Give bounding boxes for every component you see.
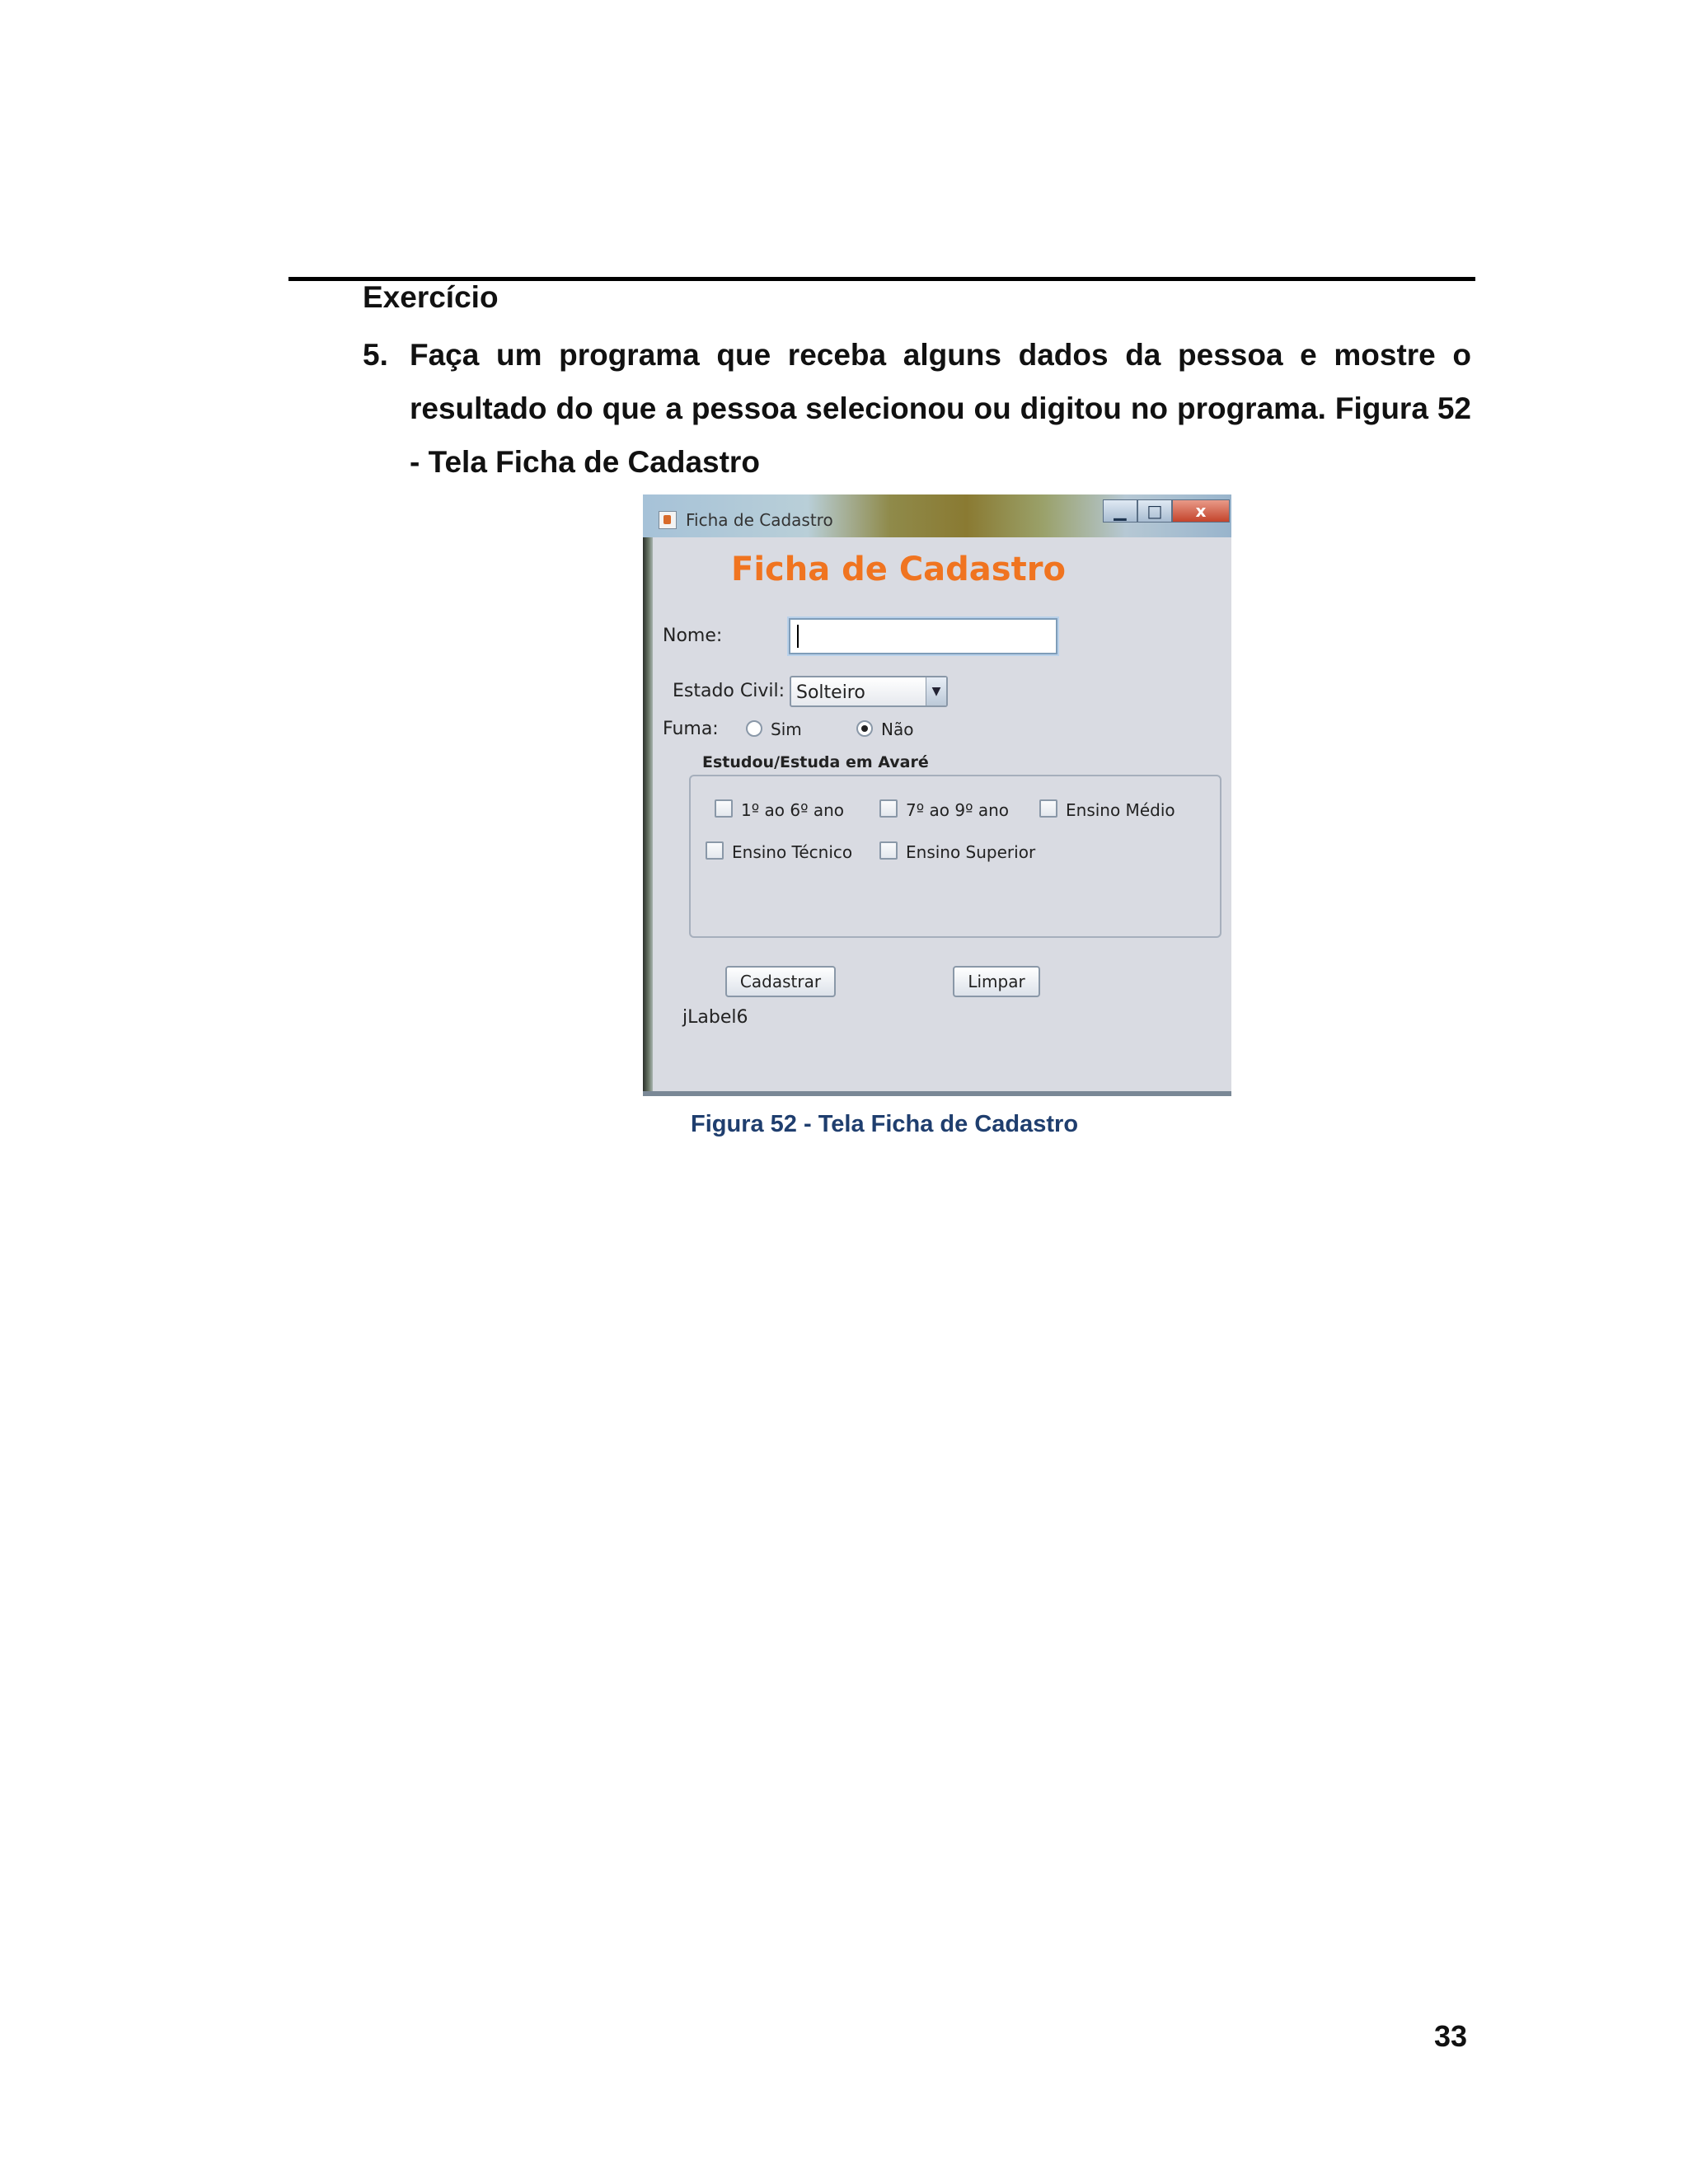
figure-caption: Figura 52 - Tela Ficha de Cadastro (691, 1111, 1079, 1137)
radio-sim-label: Sim (771, 719, 802, 739)
form-window-screenshot: Ficha de Cadastro ▁ □ x Ficha de Cadastr… (643, 494, 1231, 1096)
minimize-button[interactable]: ▁ (1103, 499, 1137, 523)
checkbox-ensino-tecnico[interactable] (706, 841, 724, 860)
checkbox-1-6-ano-label: 1º ao 6º ano (741, 800, 845, 820)
limpar-button[interactable]: Limpar (953, 966, 1040, 997)
checkbox-ensino-tecnico-label: Ensino Técnico (732, 842, 853, 862)
checkbox-7-9-ano[interactable] (879, 799, 898, 818)
checkbox-ensino-superior[interactable] (879, 841, 898, 860)
form-title: Ficha de Cadastro (731, 551, 1066, 588)
text-caret (797, 625, 799, 648)
checkbox-ensino-medio-label: Ensino Médio (1066, 800, 1175, 820)
estado-civil-value: Solteiro (796, 682, 865, 703)
window-titlebar: Ficha de Cadastro ▁ □ x (643, 494, 1231, 537)
radio-nao[interactable] (856, 720, 873, 737)
fuma-label: Fuma: (663, 719, 719, 739)
exercise-number: 5. (363, 338, 388, 372)
cadastrar-button[interactable]: Cadastrar (725, 966, 836, 997)
page-number: 33 (1434, 2019, 1468, 2053)
form-content: Ficha de Cadastro Nome: Estado Civil: So… (653, 537, 1231, 1091)
exercise-item: 5. Faça um programa que receba alguns da… (363, 328, 1471, 489)
checkbox-1-6-ano[interactable] (715, 799, 733, 818)
result-label: jLabel6 (682, 1007, 748, 1028)
maximize-button[interactable]: □ (1137, 499, 1172, 523)
java-icon (659, 511, 677, 529)
checkbox-ensino-medio[interactable] (1039, 799, 1057, 818)
section-heading: Exercício (363, 280, 499, 314)
close-button[interactable]: x (1172, 499, 1230, 523)
exercise-text: Faça um programa que receba alguns dados… (410, 338, 1471, 479)
group-title: Estudou/Estuda em Avaré (702, 753, 929, 771)
estado-civil-select[interactable]: Solteiro ▼ (790, 676, 948, 707)
window-bottom-border (643, 1091, 1231, 1096)
radio-nao-label: Não (881, 719, 914, 739)
window-left-border (643, 537, 653, 1096)
window-title: Ficha de Cadastro (686, 510, 833, 530)
estado-civil-label: Estado Civil: (673, 681, 785, 701)
chevron-down-icon[interactable]: ▼ (926, 677, 946, 705)
window-controls: ▁ □ x (1103, 499, 1230, 523)
checkbox-ensino-superior-label: Ensino Superior (906, 842, 1036, 862)
radio-sim[interactable] (746, 720, 762, 737)
checkbox-7-9-ano-label: 7º ao 9º ano (906, 800, 1010, 820)
nome-label: Nome: (663, 626, 723, 646)
nome-input[interactable] (789, 618, 1057, 654)
